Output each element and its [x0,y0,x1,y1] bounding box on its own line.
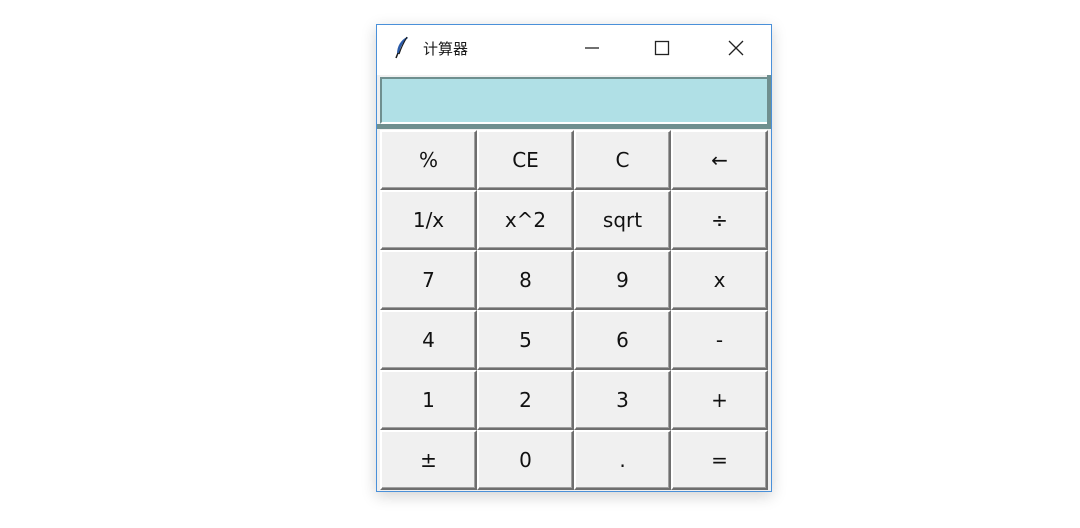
percent-button[interactable]: % [380,130,477,190]
feather-icon [393,36,411,60]
digit-8-button[interactable]: 8 [477,250,574,310]
maximize-button[interactable] [639,25,685,71]
reciprocal-button[interactable]: 1/x [380,190,477,250]
digit-7-button[interactable]: 7 [380,250,477,310]
digit-3-button[interactable]: 3 [574,370,671,430]
square-button[interactable]: x^2 [477,190,574,250]
clear-entry-button[interactable]: CE [477,130,574,190]
digit-9-button[interactable]: 9 [574,250,671,310]
subtract-button[interactable]: - [671,310,768,370]
display-input[interactable] [382,79,767,122]
display-frame [380,75,771,126]
digit-0-button[interactable]: 0 [477,430,574,490]
minimize-button[interactable] [569,25,615,71]
digit-2-button[interactable]: 2 [477,370,574,430]
digit-6-button[interactable]: 6 [574,310,671,370]
add-button[interactable]: + [671,370,768,430]
digit-4-button[interactable]: 4 [380,310,477,370]
divide-button[interactable]: ÷ [671,190,768,250]
close-icon [728,40,744,56]
clear-button[interactable]: C [574,130,671,190]
title-bar[interactable]: 计算器 [377,25,771,75]
multiply-button[interactable]: x [671,250,768,310]
display-divider [377,124,771,129]
close-button[interactable] [713,25,759,71]
calculator-window: 计算器 % CE C ← 1/x x^2 sqrt ÷ 7 8 9 x 4 5 6- 1 2 3 + ±0. = [376,24,772,492]
digit-5-button[interactable]: 5 [477,310,574,370]
keypad: % CE C ← 1/x x^2 sqrt ÷ 7 8 9 x 4 5 6- 1 2 3 + ±0. = [380,130,768,490]
square-root-button[interactable]: sqrt [574,190,671,250]
digit-1-button[interactable]: 1 [380,370,477,430]
negate-button[interactable]: ± [380,430,477,490]
equals-button[interactable]: = [671,430,768,490]
window-title: 计算器 [423,40,469,58]
decimal-point-button[interactable]: . [574,430,671,490]
maximize-icon [654,40,670,56]
backspace-button[interactable]: ← [671,130,768,190]
minimize-icon [585,47,599,49]
